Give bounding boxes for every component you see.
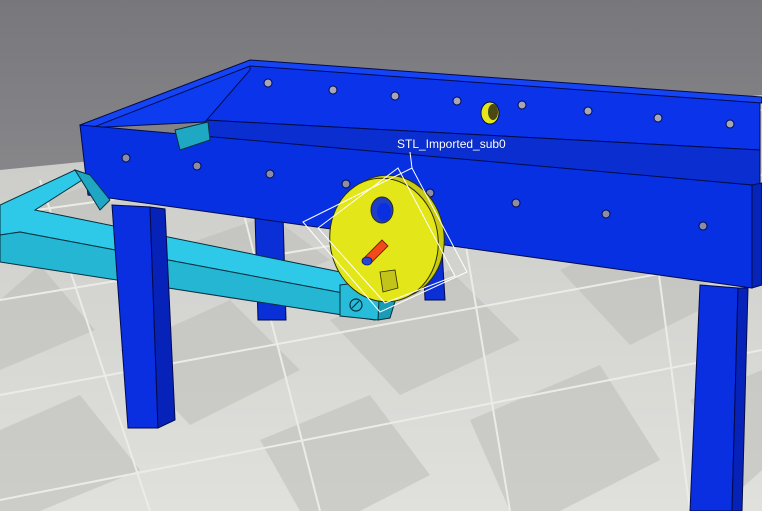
back-wall-yellow-hole — [480, 101, 500, 125]
3d-viewport[interactable]: STL_Imported_sub0 — [0, 0, 762, 511]
scene-canvas[interactable] — [0, 0, 762, 511]
selected-object-label: STL_Imported_sub0 — [397, 137, 506, 151]
